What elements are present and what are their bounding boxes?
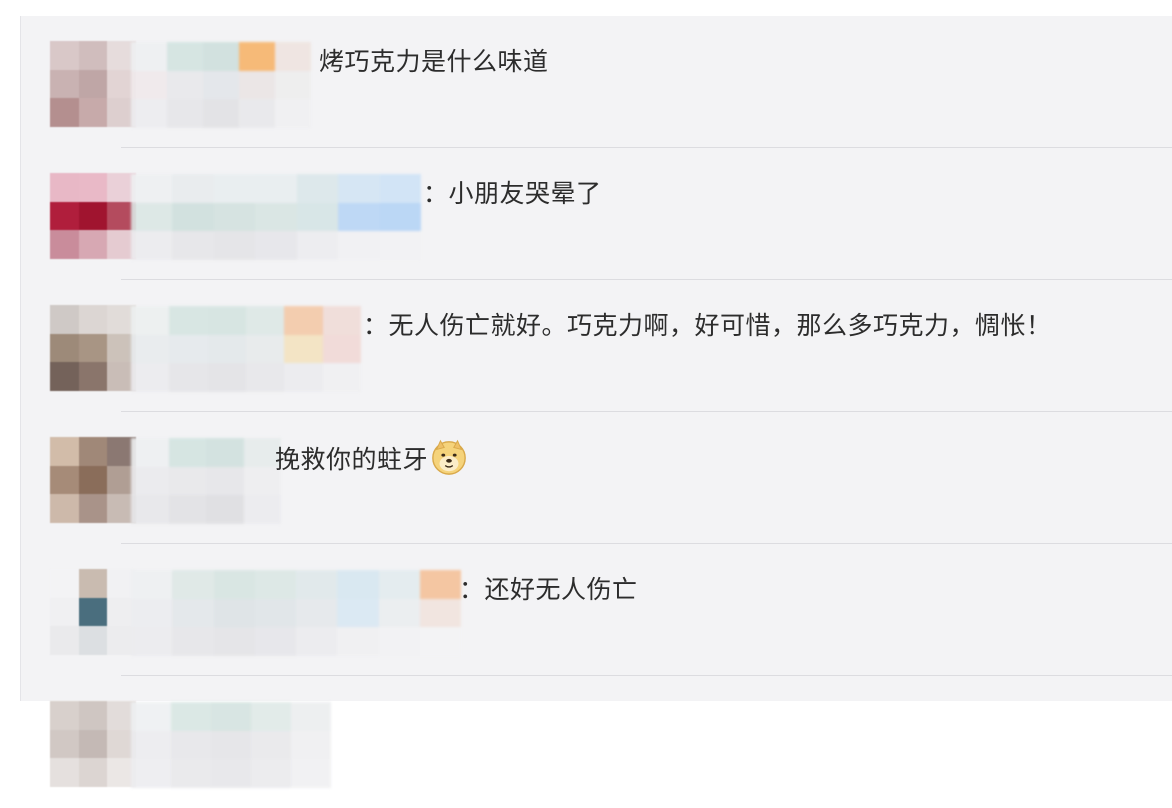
avatar[interactable]	[50, 569, 136, 655]
list-item: ：无人伤亡就好。巧克力啊，好可惜，那么多巧克力，惆怅！	[21, 280, 1172, 412]
username-blurred[interactable]	[131, 438, 281, 524]
avatar[interactable]	[50, 305, 136, 391]
avatar[interactable]	[50, 41, 136, 127]
list-item	[21, 676, 1172, 808]
username-blurred[interactable]	[131, 702, 331, 788]
username-blurred[interactable]	[131, 174, 421, 260]
avatar[interactable]	[50, 173, 136, 259]
comment-text: ：小朋友哭晕了	[423, 179, 602, 208]
comment-text: ：无人伤亡就好。巧克力啊，好可惜，那么多巧克力，惆怅！	[363, 311, 1052, 340]
username-blurred[interactable]	[131, 42, 311, 128]
username-blurred[interactable]	[131, 570, 461, 656]
avatar[interactable]	[50, 437, 136, 523]
list-item: ：还好无人伤亡	[21, 544, 1172, 676]
list-item: 烤巧克力是什么味道	[21, 16, 1172, 148]
username-blurred[interactable]	[131, 306, 361, 392]
comment-text: ：还好无人伤亡	[459, 575, 638, 604]
list-item: 挽救你的蛀牙	[21, 412, 1172, 544]
avatar[interactable]	[50, 701, 136, 787]
comment-text: 挽救你的蛀牙	[275, 438, 468, 476]
comment-text: 烤巧克力是什么味道	[319, 47, 549, 76]
comment-text-content: 挽救你的蛀牙	[275, 445, 429, 474]
doge-face-icon	[432, 439, 466, 475]
list-item: ：小朋友哭晕了	[21, 148, 1172, 280]
comment-list: 烤巧克力是什么味道 ：小朋友哭晕了 ：无人伤亡就好。巧克力啊，好可惜，那么多巧克…	[20, 16, 1172, 788]
